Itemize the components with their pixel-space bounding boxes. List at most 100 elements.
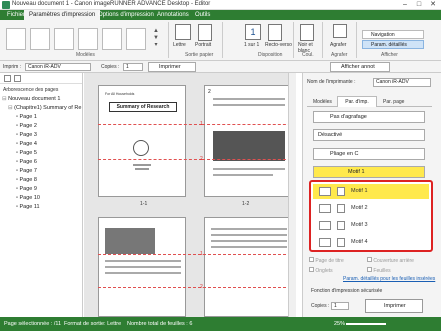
template-icon-1[interactable]: [6, 28, 26, 50]
pattern-dropdown: Motif 1 Motif 2 Motif 3 Motif 4: [309, 180, 433, 252]
tree-page-7[interactable]: ▫ Page 7: [2, 167, 82, 176]
printer-name-label: Nom de l'imprimante :: [307, 79, 356, 85]
navigation-button[interactable]: Navigation: [362, 30, 424, 39]
staple-icon[interactable]: [333, 24, 347, 38]
fold-number: 1: [200, 251, 203, 257]
status-bar: Page sélectionnée : /11 Format de sortie…: [0, 317, 441, 331]
page1-title: Summary of Research: [109, 102, 177, 112]
printer-name-select[interactable]: Canon iR-ADV: [373, 78, 431, 87]
text-line: [213, 104, 285, 106]
page1-header: For All Households: [105, 92, 135, 96]
tab-parametres-impression[interactable]: Paramètres d'impression: [24, 10, 101, 20]
orientation-icon[interactable]: [198, 24, 212, 41]
tabs-checkbox[interactable]: Onglets: [309, 267, 333, 274]
close-button[interactable]: ✕: [426, 0, 440, 10]
tree-page-3[interactable]: ▫ Page 3: [2, 131, 82, 140]
tree-root[interactable]: ⊟ Nouveau document 1: [2, 95, 82, 104]
detailed-settings-label: Param. détaillés: [371, 42, 407, 48]
feature-select[interactable]: Désactivé: [313, 129, 425, 141]
settings-tabs: Modèles Par. d'imp. Par. page: [307, 96, 432, 107]
duplex-icon[interactable]: [268, 24, 282, 41]
sheets-checkbox[interactable]: Feuilles: [367, 267, 391, 274]
text-line: [213, 168, 285, 170]
preview-area: For All Households Summary of Research 1…: [84, 73, 296, 317]
pattern-3-label: Motif 3: [351, 222, 368, 228]
text-line: [133, 164, 151, 166]
preview-page-3[interactable]: [98, 217, 186, 317]
tree-page-10[interactable]: ▫ Page 10: [2, 194, 82, 203]
preview-scrollbar[interactable]: [288, 73, 296, 317]
tree-chapter[interactable]: ⊟ (Chapitre1) Summary of Re: [2, 104, 82, 113]
window-title: Nouveau document 1 - Canon imageRUNNER A…: [12, 1, 211, 7]
preview-page-1[interactable]: For All Households Summary of Research: [98, 85, 186, 197]
fold-line: [98, 159, 202, 160]
minimize-button[interactable]: –: [398, 0, 412, 10]
tab-annotations[interactable]: Annotations: [152, 10, 194, 20]
seal-image: [133, 140, 149, 156]
right-print-button[interactable]: Imprimer: [365, 299, 423, 313]
stapling-select[interactable]: Pas d'agrafage: [313, 111, 425, 123]
duplex-button[interactable]: Recto-verso: [265, 42, 292, 48]
page2-number: 2: [208, 89, 211, 95]
fold-value: Pliage en C: [330, 151, 359, 157]
tab-par-page: Par. page: [383, 99, 405, 105]
printer-select[interactable]: Canon iR-ADV: [25, 63, 91, 71]
template-icon-5[interactable]: [102, 28, 122, 50]
pattern-select[interactable]: Motif 1: [313, 166, 425, 178]
tree-page-9[interactable]: ▫ Page 9: [2, 185, 82, 194]
pattern-1-icon: [319, 187, 331, 196]
pages-per-sheet-icon[interactable]: 1: [245, 24, 261, 40]
template-icon-3[interactable]: [54, 28, 74, 50]
tree-page-5[interactable]: ▫ Page 5: [2, 149, 82, 158]
pattern-option-2[interactable]: Motif 2: [313, 201, 429, 216]
tree-page-2[interactable]: ▫ Page 2: [2, 122, 82, 131]
pattern-option-3[interactable]: Motif 3: [313, 218, 429, 233]
pattern-3-icon: [319, 221, 331, 230]
fold-select[interactable]: Pliage en C: [313, 148, 425, 160]
tree-page-1[interactable]: ▫ Page 1: [2, 113, 82, 122]
copies-input[interactable]: 1: [123, 63, 143, 71]
group-label-sortie: Sortie papier: [185, 52, 214, 58]
tab-modeles[interactable]: Modèles: [313, 99, 332, 105]
add-page-icon[interactable]: [4, 75, 11, 82]
template-icon-2[interactable]: [30, 28, 50, 50]
pattern-option-4[interactable]: Motif 4: [313, 235, 429, 250]
pattern-option-1[interactable]: Motif 1: [313, 184, 429, 199]
show-annotations-button[interactable]: Afficher annot: [330, 62, 390, 72]
title-page-checkbox[interactable]: Page de titre: [309, 257, 344, 264]
paper-size-icon[interactable]: [175, 24, 191, 40]
tab-options-impression[interactable]: Options d'impression: [93, 10, 159, 20]
title-bar: Nouveau document 1 - Canon imageRUNNER A…: [0, 0, 441, 10]
divider: [293, 22, 294, 58]
tree-page-8[interactable]: ▫ Page 8: [2, 176, 82, 185]
pattern-value: Motif 1: [348, 169, 365, 175]
pattern-1-label: Motif 1: [351, 188, 368, 194]
fold-line: [98, 254, 296, 255]
template-icon-6[interactable]: [126, 28, 146, 50]
back-cover-checkbox[interactable]: Couverture arrière: [367, 257, 414, 264]
paper-size-button[interactable]: Lettre: [173, 42, 186, 48]
preview-page-2[interactable]: 2: [204, 85, 292, 197]
tab-par-imp[interactable]: Par. d'imp.: [337, 96, 377, 107]
tree-page-11[interactable]: ▫ Page 11: [2, 203, 82, 212]
templates-scroll[interactable]: ▲ ▼ ▾: [150, 28, 162, 50]
pattern-4-label: Motif 4: [351, 239, 368, 245]
delete-page-icon[interactable]: [14, 75, 21, 82]
detailed-settings-button[interactable]: Param. détaillés: [362, 40, 424, 49]
staple-button[interactable]: Agrafer: [330, 42, 346, 48]
preview-page-4[interactable]: [204, 217, 292, 317]
tab-outils[interactable]: Outils: [190, 10, 215, 20]
orientation-button[interactable]: Portrait: [195, 42, 211, 48]
zoom-level: 25%: [334, 321, 346, 327]
maximize-button[interactable]: □: [412, 0, 426, 10]
zoom-slider[interactable]: [346, 323, 386, 325]
tree-page-6[interactable]: ▫ Page 6: [2, 158, 82, 167]
color-mode-icon[interactable]: [300, 24, 314, 41]
template-icon-4[interactable]: [78, 28, 98, 50]
divider: [168, 22, 169, 58]
print-button[interactable]: Imprimer: [148, 62, 196, 72]
pages-per-sheet-button[interactable]: 1 sur 1: [244, 42, 259, 48]
right-copies-input[interactable]: 1: [331, 302, 349, 310]
inserted-sheets-link[interactable]: Param. détaillés pour les feuilles insér…: [343, 276, 435, 282]
tree-page-4[interactable]: ▫ Page 4: [2, 140, 82, 149]
